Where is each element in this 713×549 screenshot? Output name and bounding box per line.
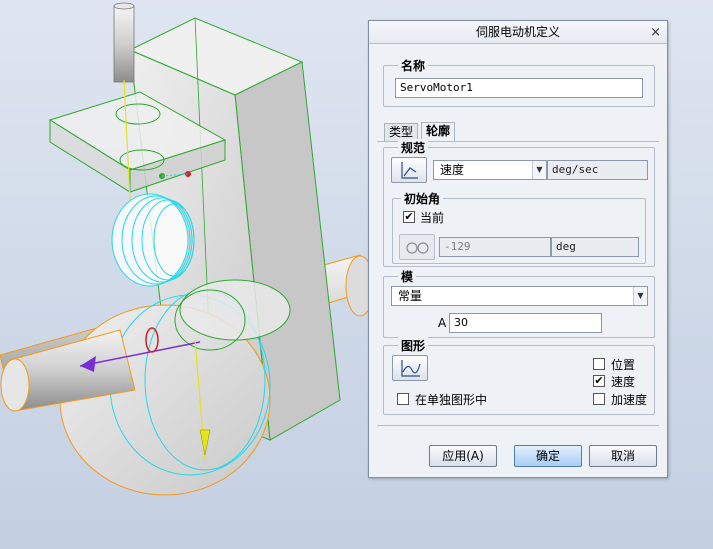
graph-group: 图形 在单独图形中 位置 ✔ 速度 加速度	[383, 337, 655, 415]
button-divider	[377, 425, 659, 426]
separate-graph-label: 在单独图形中	[415, 393, 488, 407]
dialog-titlebar[interactable]: 伺服电动机定义 ×	[369, 21, 667, 44]
current-checkbox[interactable]: ✔	[403, 211, 415, 223]
acceleration-label: 加速度	[611, 393, 648, 407]
graph-group-title: 图形	[398, 337, 429, 354]
glasses-icon	[399, 234, 435, 260]
initial-angle-title: 初始角	[401, 190, 444, 207]
initial-angle-input: -129	[439, 237, 551, 257]
param-a-input[interactable]: 30	[449, 313, 602, 333]
position-label: 位置	[611, 358, 636, 372]
separate-graph-checkbox[interactable]	[397, 393, 409, 405]
spec-unit-field: deg/sec	[547, 160, 648, 180]
velocity-label: 速度	[611, 375, 636, 389]
chevron-down-icon: ▼	[532, 161, 546, 179]
apply-button[interactable]: 应用(A)	[429, 445, 497, 467]
name-input[interactable]: ServoMotor1	[395, 78, 643, 98]
spec-graph-icon[interactable]	[391, 157, 427, 183]
cancel-button[interactable]: 取消	[589, 445, 657, 467]
name-group-title: 名称	[398, 57, 429, 74]
spec-group: 规范 速度 ▼ deg/sec 初始角 ✔ 当前 -129 deg	[383, 139, 655, 267]
acceleration-checkbox[interactable]	[593, 393, 605, 405]
spec-quantity-value: 速度	[440, 163, 465, 177]
param-a-label: A	[438, 316, 447, 330]
velocity-checkbox[interactable]: ✔	[593, 375, 605, 387]
name-group: 名称 ServoMotor1	[383, 57, 655, 107]
initial-angle-group: 初始角 ✔ 当前 -129 deg	[392, 190, 646, 264]
model-type-select[interactable]: 常量 ▼	[391, 286, 648, 306]
position-checkbox[interactable]	[593, 358, 605, 370]
initial-angle-unit: deg	[551, 237, 639, 257]
spec-quantity-select[interactable]: 速度 ▼	[433, 160, 547, 180]
graph-icon[interactable]	[392, 355, 428, 381]
servo-motor-definition-dialog: 伺服电动机定义 × 名称 ServoMotor1 类型 轮廓 规范 速度 ▼ d…	[368, 20, 668, 478]
current-label: 当前	[420, 211, 445, 225]
close-icon[interactable]: ×	[650, 21, 661, 44]
model-group: 模 常量 ▼ A 30	[383, 268, 655, 338]
ok-button[interactable]: 确定	[514, 445, 582, 467]
chevron-down-icon: ▼	[633, 287, 647, 305]
dialog-title: 伺服电动机定义	[475, 25, 560, 39]
model-type-value: 常量	[398, 289, 423, 303]
spec-group-title: 规范	[398, 139, 429, 156]
model-group-title: 模	[398, 268, 417, 285]
